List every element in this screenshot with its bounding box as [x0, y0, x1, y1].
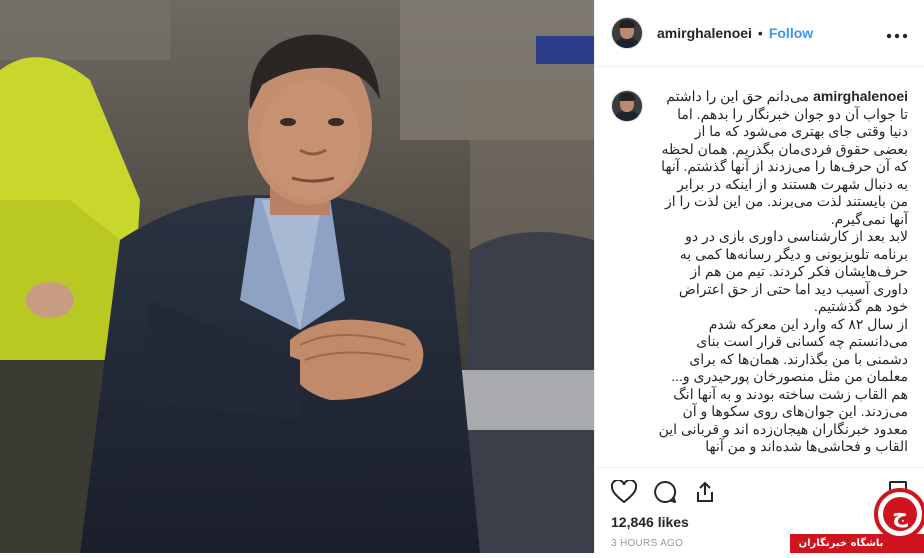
- caption-paragraph-2: لابد بعد از کارشناسی داوری بازی در دو بر…: [678, 228, 908, 314]
- caption-avatar[interactable]: [611, 90, 643, 122]
- comments-area[interactable]: amirghalenoei می‌دانم حق این را داشتم تا…: [595, 68, 924, 466]
- avatar[interactable]: [611, 17, 643, 49]
- post-photo[interactable]: [0, 0, 594, 553]
- username-link[interactable]: amirghalenoei: [657, 25, 752, 41]
- post-header: amirghalenoei • Follow: [595, 0, 924, 67]
- photo-illustration: [0, 0, 594, 553]
- post-side-panel: amirghalenoei • Follow amirghalenoei می‌…: [594, 0, 924, 553]
- svg-text:ج: ج: [892, 503, 908, 528]
- caption: amirghalenoei می‌دانم حق این را داشتم تا…: [611, 88, 908, 456]
- comment-icon[interactable]: [653, 480, 677, 504]
- caption-username[interactable]: amirghalenoei: [813, 88, 908, 104]
- heart-icon[interactable]: [611, 480, 637, 504]
- caption-paragraph-1: می‌دانم حق این را داشتم تا جواب آن دو جو…: [661, 88, 908, 227]
- caption-text: amirghalenoei می‌دانم حق این را داشتم تا…: [657, 88, 908, 456]
- separator-dot: •: [757, 25, 763, 41]
- watermark-logo: ج باشگاه خبرنگاران: [790, 486, 924, 553]
- watermark-text: باشگاه خبرنگاران: [798, 538, 884, 549]
- share-icon[interactable]: [693, 480, 717, 504]
- caption-paragraph-3: از سال ۸۲ که وارد این معرکه شدم می‌دانست…: [658, 315, 908, 455]
- more-options-icon[interactable]: [886, 23, 908, 44]
- follow-button[interactable]: Follow: [769, 25, 813, 41]
